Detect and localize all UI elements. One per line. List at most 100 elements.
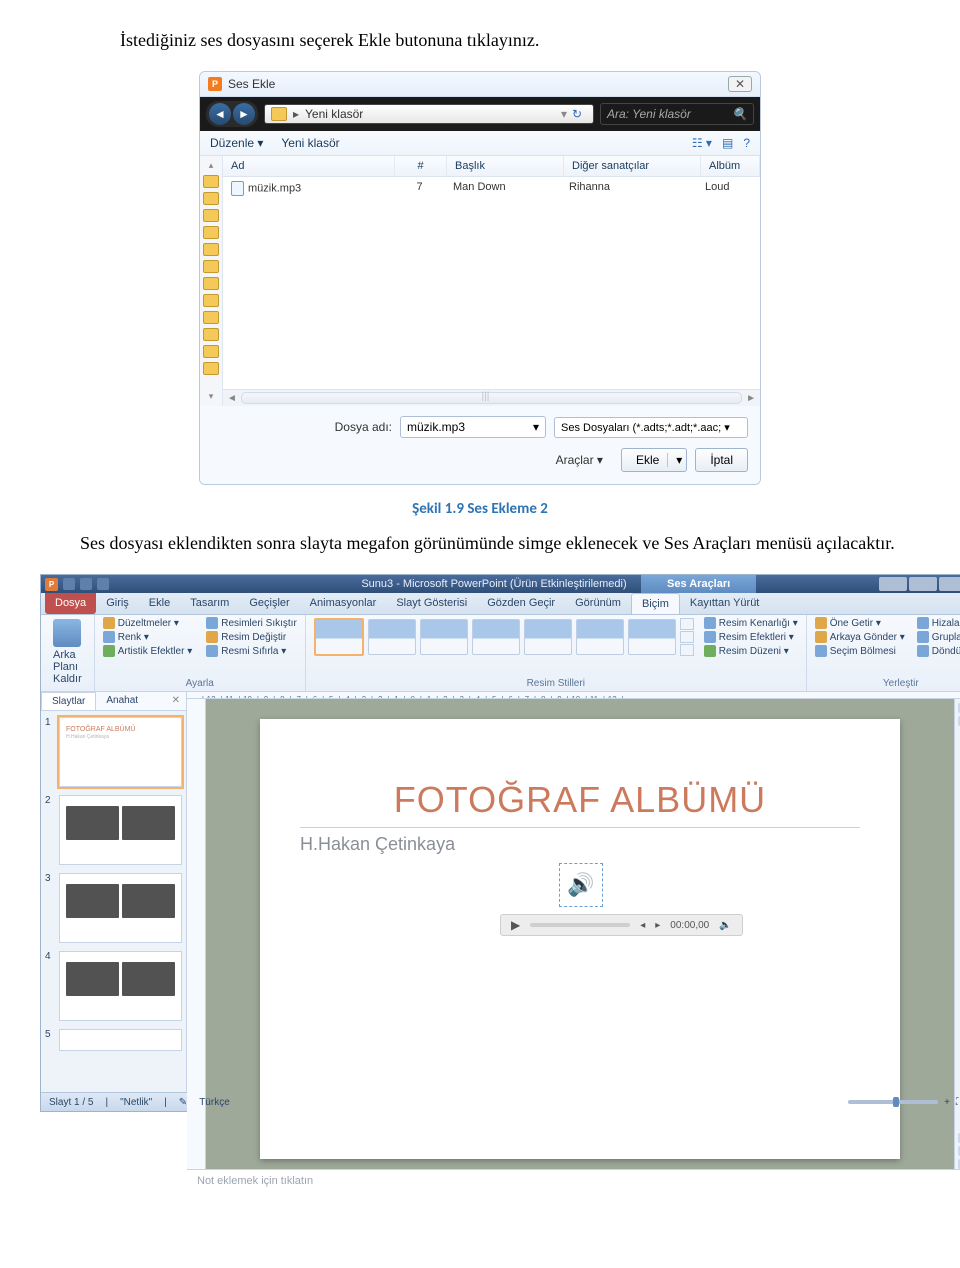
- notes-pane[interactable]: Not eklemek için tıklatın: [187, 1169, 960, 1192]
- color-menu[interactable]: Renk ▾: [103, 631, 192, 643]
- style-thumb[interactable]: [368, 619, 416, 655]
- col-album[interactable]: Albüm: [701, 156, 760, 176]
- open-button[interactable]: Ekle ▾: [621, 448, 687, 472]
- back-button[interactable]: ◄: [209, 103, 231, 125]
- tab-animations[interactable]: Animasyonlar: [300, 593, 387, 614]
- tab-outline[interactable]: Anahat: [96, 692, 148, 710]
- help-icon[interactable]: ?: [743, 136, 750, 150]
- col-title[interactable]: Başlık: [447, 156, 564, 176]
- folder-tree[interactable]: ▴ ▾: [200, 156, 223, 406]
- folder-icon[interactable]: [203, 175, 219, 188]
- col-artists[interactable]: Diğer sanatçılar: [564, 156, 701, 176]
- folder-icon[interactable]: [203, 226, 219, 239]
- remove-background-button[interactable]: Arka Planı Kaldır: [49, 617, 86, 687]
- zoom-in-icon[interactable]: +: [944, 1097, 950, 1108]
- tab-insert[interactable]: Ekle: [139, 593, 180, 614]
- tools-menu[interactable]: Araçlar ▾: [556, 453, 603, 467]
- close-button[interactable]: ✕: [728, 76, 752, 92]
- folder-icon[interactable]: [203, 328, 219, 341]
- group-objects-menu[interactable]: Gruplandır ▾: [917, 631, 960, 643]
- tab-home[interactable]: Giriş: [96, 593, 139, 614]
- chevron-down-icon[interactable]: ▾: [533, 420, 539, 434]
- undo-icon[interactable]: [80, 578, 92, 590]
- selection-pane-button[interactable]: Seçim Bölmesi: [815, 645, 905, 657]
- filename-input[interactable]: müzik.mp3 ▾: [400, 416, 546, 438]
- chevron-down-icon[interactable]: ▾: [676, 453, 682, 467]
- col-name[interactable]: Ad: [223, 156, 395, 176]
- h-scrollbar[interactable]: ◄►: [223, 389, 760, 406]
- forward-button[interactable]: ►: [233, 103, 255, 125]
- tab-design[interactable]: Tasarım: [180, 593, 239, 614]
- picture-effects-menu[interactable]: Resim Efektleri ▾: [704, 631, 798, 643]
- spellcheck-icon[interactable]: ✎: [179, 1097, 187, 1108]
- file-row[interactable]: müzik.mp3 7 Man Down Rihanna Loud: [223, 177, 760, 201]
- tab-review[interactable]: Gözden Geçir: [477, 593, 565, 614]
- reset-picture-menu[interactable]: Resmi Sıfırla ▾: [206, 645, 297, 657]
- window-buttons[interactable]: [879, 577, 960, 591]
- change-picture-button[interactable]: Resim Değiştir: [206, 631, 297, 643]
- address-bar[interactable]: ▸ Yeni klasör ▾ ↻: [264, 104, 594, 124]
- cancel-button[interactable]: İptal: [695, 448, 748, 472]
- zoom-slider[interactable]: [848, 1100, 938, 1104]
- save-icon[interactable]: [63, 578, 75, 590]
- audio-play-toolbar[interactable]: ▶ ◂ ▸ 00:00,00 🔈: [500, 914, 743, 936]
- style-thumb[interactable]: [524, 619, 572, 655]
- folder-icon[interactable]: [203, 294, 219, 307]
- slide-canvas-area[interactable]: FOTOĞRAF ALBÜMÜ H.Hakan Çetinkaya 🔊 ▶ ◂ …: [206, 699, 954, 1169]
- style-thumb[interactable]: [576, 619, 624, 655]
- prev-icon[interactable]: ◂: [640, 920, 645, 931]
- thumb-1[interactable]: FOTOĞRAF ALBÜMÜH.Hakan Çetinkaya: [59, 717, 182, 787]
- slide[interactable]: FOTOĞRAF ALBÜMÜ H.Hakan Çetinkaya 🔊 ▶ ◂ …: [260, 719, 900, 1159]
- quick-access-toolbar[interactable]: P: [45, 578, 109, 591]
- tab-format[interactable]: Biçim: [631, 593, 680, 614]
- columns-header[interactable]: Ad # Başlık Diğer sanatçılar Albüm: [223, 156, 760, 177]
- view-menu-icon[interactable]: ☷ ▾: [692, 136, 712, 150]
- play-icon[interactable]: ▶: [511, 918, 520, 932]
- folder-icon[interactable]: [203, 311, 219, 324]
- tab-slides[interactable]: Slaytlar: [41, 692, 96, 710]
- folder-icon[interactable]: [203, 345, 219, 358]
- folder-icon[interactable]: [203, 192, 219, 205]
- style-thumb[interactable]: [314, 618, 364, 656]
- close-panel-icon[interactable]: ✕: [166, 692, 186, 710]
- fit-window-icon[interactable]: ⛶: [956, 1097, 960, 1108]
- folder-icon[interactable]: [203, 277, 219, 290]
- gallery-more[interactable]: [680, 618, 694, 656]
- picture-styles-gallery[interactable]: [314, 618, 694, 656]
- new-folder-button[interactable]: Yeni klasör: [281, 136, 339, 150]
- slide-title[interactable]: FOTOĞRAF ALBÜMÜ: [300, 779, 860, 821]
- align-menu[interactable]: Hizala ▾: [917, 617, 960, 629]
- picture-border-menu[interactable]: Resim Kenarlığı ▾: [704, 617, 798, 629]
- tab-transitions[interactable]: Geçişler: [239, 593, 299, 614]
- folder-icon[interactable]: [203, 209, 219, 222]
- tab-slideshow[interactable]: Slayt Gösterisi: [386, 593, 477, 614]
- slide-subtitle[interactable]: H.Hakan Çetinkaya: [300, 827, 860, 855]
- thumb-2[interactable]: [59, 795, 182, 865]
- file-type-filter[interactable]: Ses Dosyaları (*.adts;*.adt;*.aac; ▾: [554, 417, 748, 438]
- redo-icon[interactable]: [97, 578, 109, 590]
- tab-file[interactable]: Dosya: [45, 593, 96, 614]
- picture-layout-menu[interactable]: Resim Düzeni ▾: [704, 645, 798, 657]
- folder-icon[interactable]: [203, 362, 219, 375]
- audio-icon-object[interactable]: 🔊: [565, 869, 597, 901]
- thumb-5[interactable]: [59, 1029, 182, 1051]
- style-thumb[interactable]: [420, 619, 468, 655]
- search-input[interactable]: Ara: Yeni klasör 🔍: [600, 103, 754, 125]
- tab-view[interactable]: Görünüm: [565, 593, 631, 614]
- next-icon[interactable]: ▸: [655, 920, 660, 931]
- tab-playback[interactable]: Kayıttan Yürüt: [680, 593, 770, 614]
- style-thumb[interactable]: [628, 619, 676, 655]
- bring-front-menu[interactable]: Öne Getir ▾: [815, 617, 905, 629]
- artistic-menu[interactable]: Artistik Efektler ▾: [103, 645, 192, 657]
- preview-pane-icon[interactable]: ▤: [722, 136, 733, 150]
- thumb-4[interactable]: [59, 951, 182, 1021]
- compress-button[interactable]: Resimleri Sıkıştır: [206, 617, 297, 629]
- audio-track[interactable]: [530, 923, 630, 927]
- folder-icon[interactable]: [203, 243, 219, 256]
- organize-menu[interactable]: Düzenle ▾: [210, 136, 263, 150]
- slide-thumbnails[interactable]: 1 FOTOĞRAF ALBÜMÜH.Hakan Çetinkaya 2 3 4…: [41, 711, 186, 1092]
- thumb-3[interactable]: [59, 873, 182, 943]
- style-thumb[interactable]: [472, 619, 520, 655]
- col-track[interactable]: #: [395, 156, 447, 176]
- status-language[interactable]: Türkçe: [199, 1097, 230, 1108]
